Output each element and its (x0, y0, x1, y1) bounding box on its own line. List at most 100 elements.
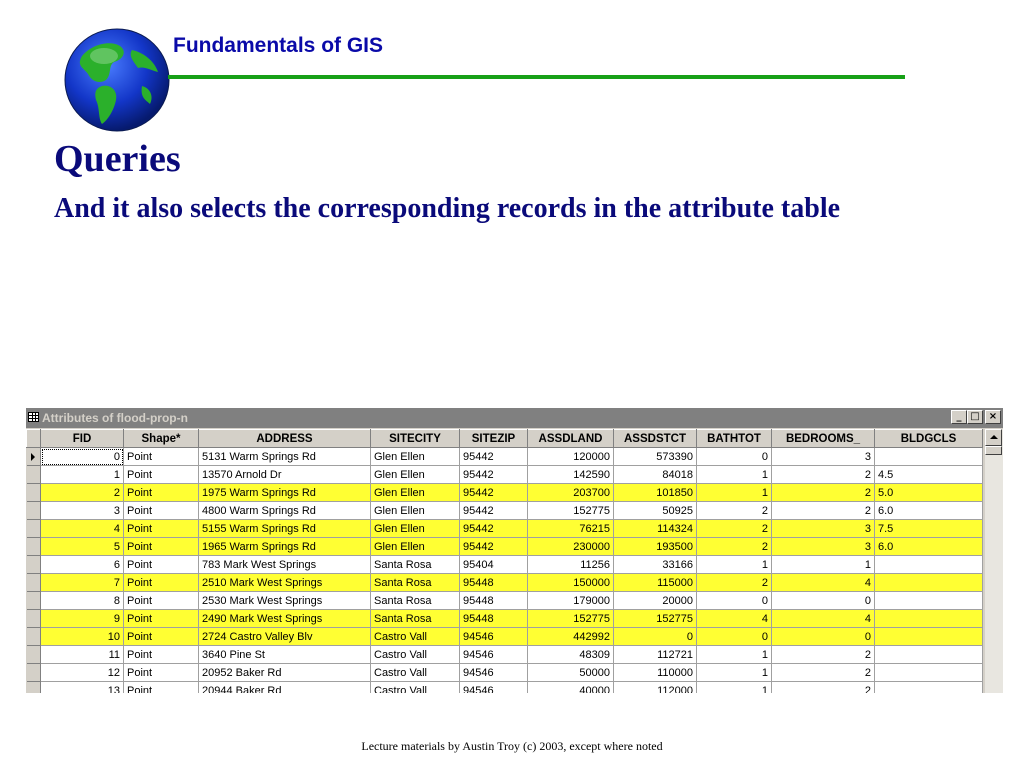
table-cell[interactable] (874, 573, 983, 592)
column-header-sitecity[interactable]: SITECITY (370, 429, 460, 448)
table-row[interactable]: 7 Point 2510 Mark West Springs Santa Rosa 95… (26, 573, 983, 592)
table-cell[interactable]: 1 (40, 465, 124, 484)
table-cell[interactable]: 12 (40, 663, 124, 682)
table-cell[interactable]: Point (123, 681, 199, 693)
table-cell[interactable]: 95442 (459, 447, 528, 466)
table-cell[interactable]: 33166 (613, 555, 697, 574)
table-cell[interactable]: 48309 (527, 645, 614, 664)
table-cell[interactable]: 95442 (459, 501, 528, 520)
table-row[interactable]: 9 Point 2490 Mark West Springs Santa Rosa 95… (26, 609, 983, 628)
table-cell[interactable]: 573390 (613, 447, 697, 466)
table-cell[interactable]: Castro Vall (370, 627, 460, 646)
scroll-thumb[interactable] (985, 446, 1002, 455)
column-header-bathtot[interactable]: BATHTOT (696, 429, 772, 448)
column-header-assdland[interactable]: ASSDLAND (527, 429, 614, 448)
table-cell[interactable]: 4 (696, 609, 772, 628)
table-cell[interactable]: Castro Vall (370, 663, 460, 682)
row-selector[interactable] (26, 645, 41, 664)
table-cell[interactable]: 5 (40, 537, 124, 556)
table-cell[interactable]: 2 (696, 519, 772, 538)
scroll-up-button[interactable] (985, 429, 1002, 446)
table-cell[interactable]: 3 (771, 447, 875, 466)
row-selector[interactable] (26, 519, 41, 538)
table-row[interactable]: 0 Point 5131 Warm Springs Rd Glen Ellen 9544… (26, 447, 983, 466)
table-cell[interactable]: 2 (771, 681, 875, 693)
table-cell[interactable]: 20952 Baker Rd (198, 663, 371, 682)
table-cell[interactable]: 95448 (459, 609, 528, 628)
table-cell[interactable]: 152775 (527, 609, 614, 628)
table-cell[interactable]: 10 (40, 627, 124, 646)
table-cell[interactable]: 95442 (459, 519, 528, 538)
table-cell[interactable]: 6.0 (874, 501, 983, 520)
table-row[interactable]: 1 Point 13570 Arnold Dr Glen Ellen 95442 1425… (26, 465, 983, 484)
table-cell[interactable]: Santa Rosa (370, 573, 460, 592)
table-cell[interactable]: Point (123, 519, 199, 538)
table-cell[interactable]: Santa Rosa (370, 609, 460, 628)
table-cell[interactable]: Glen Ellen (370, 465, 460, 484)
column-header-assdstct[interactable]: ASSDSTCT (613, 429, 697, 448)
table-cell[interactable]: 150000 (527, 573, 614, 592)
row-selector[interactable] (26, 483, 41, 502)
row-selector[interactable] (26, 447, 41, 466)
table-cell[interactable]: Santa Rosa (370, 555, 460, 574)
row-selector[interactable] (26, 591, 41, 610)
table-cell[interactable]: 8 (40, 591, 124, 610)
table-cell[interactable]: 2 (771, 501, 875, 520)
table-cell[interactable]: 0 (771, 627, 875, 646)
table-cell[interactable]: 142590 (527, 465, 614, 484)
table-row[interactable]: 2 Point 1975 Warm Springs Rd Glen Ellen 9544… (26, 483, 983, 502)
table-cell[interactable]: 2 (771, 465, 875, 484)
table-cell[interactable]: 114324 (613, 519, 697, 538)
row-selector[interactable] (26, 573, 41, 592)
table-cell[interactable]: 152775 (527, 501, 614, 520)
table-cell[interactable] (874, 591, 983, 610)
window-titlebar[interactable]: Attributes of flood-prop-n _ □ × (26, 408, 1003, 428)
table-cell[interactable]: Glen Ellen (370, 483, 460, 502)
table-cell[interactable]: 11256 (527, 555, 614, 574)
table-cell[interactable]: 2 (696, 573, 772, 592)
table-cell[interactable]: 50925 (613, 501, 697, 520)
table-cell[interactable]: 1 (696, 483, 772, 502)
table-cell[interactable]: 13570 Arnold Dr (198, 465, 371, 484)
table-row[interactable]: 11 Point 3640 Pine St Castro Vall 94546 48309… (26, 645, 983, 664)
table-cell[interactable]: 5131 Warm Springs Rd (198, 447, 371, 466)
row-selector[interactable] (26, 681, 41, 693)
table-cell[interactable]: 76215 (527, 519, 614, 538)
table-cell[interactable]: 179000 (527, 591, 614, 610)
table-cell[interactable]: Point (123, 609, 199, 628)
table-row[interactable]: 10 Point 2724 Castro Valley Blv Castro Vall… (26, 627, 983, 646)
table-cell[interactable]: 7 (40, 573, 124, 592)
table-cell[interactable]: 115000 (613, 573, 697, 592)
table-cell[interactable]: 50000 (527, 663, 614, 682)
table-row[interactable]: 13 Point 20944 Baker Rd Castro Vall 94546 400… (26, 681, 983, 693)
table-cell[interactable]: 1975 Warm Springs Rd (198, 483, 371, 502)
row-selector-header[interactable] (26, 429, 41, 448)
row-selector[interactable] (26, 609, 41, 628)
table-cell[interactable]: 1 (696, 465, 772, 484)
table-cell[interactable]: 2724 Castro Valley Blv (198, 627, 371, 646)
table-cell[interactable]: 2 (696, 537, 772, 556)
table-cell[interactable]: 13 (40, 681, 124, 693)
table-cell[interactable]: Point (123, 573, 199, 592)
table-cell[interactable]: Point (123, 483, 199, 502)
table-cell[interactable]: 2 (771, 663, 875, 682)
table-cell[interactable]: 95448 (459, 573, 528, 592)
table-cell[interactable]: 6.0 (874, 537, 983, 556)
table-cell[interactable]: 1 (771, 555, 875, 574)
table-cell[interactable]: 2490 Mark West Springs (198, 609, 371, 628)
table-cell[interactable]: 4.5 (874, 465, 983, 484)
table-cell[interactable]: 2 (771, 645, 875, 664)
vertical-scrollbar[interactable] (984, 429, 1003, 693)
table-cell[interactable]: 0 (696, 447, 772, 466)
table-cell[interactable]: 0 (771, 591, 875, 610)
table-cell[interactable]: 1 (696, 681, 772, 693)
table-row[interactable]: 8 Point 2530 Mark West Springs Santa Rosa 95… (26, 591, 983, 610)
table-cell[interactable]: 9 (40, 609, 124, 628)
table-cell[interactable]: 6 (40, 555, 124, 574)
table-cell[interactable]: Glen Ellen (370, 501, 460, 520)
table-cell[interactable]: 120000 (527, 447, 614, 466)
row-selector[interactable] (26, 501, 41, 520)
table-cell[interactable]: 1 (696, 555, 772, 574)
table-cell[interactable]: 95442 (459, 483, 528, 502)
table-cell[interactable]: Point (123, 627, 199, 646)
